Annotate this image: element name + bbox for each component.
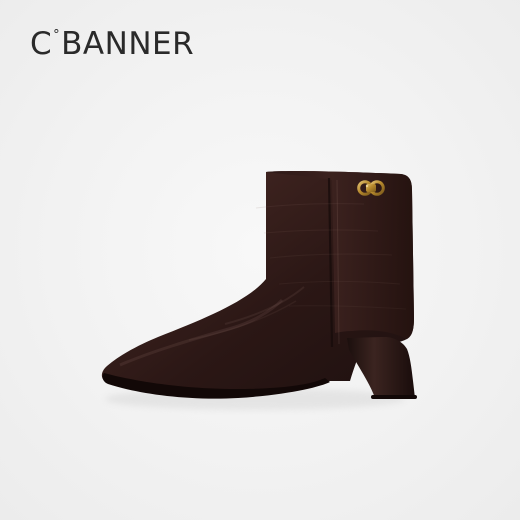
boot-heel	[347, 337, 415, 398]
product-image: ankle-boot-icon	[0, 0, 520, 520]
product-display: C ° BANNER ankle-boot-icon	[0, 0, 520, 520]
boot-silhouette	[101, 170, 417, 399]
ankle-boot-icon	[101, 170, 417, 410]
